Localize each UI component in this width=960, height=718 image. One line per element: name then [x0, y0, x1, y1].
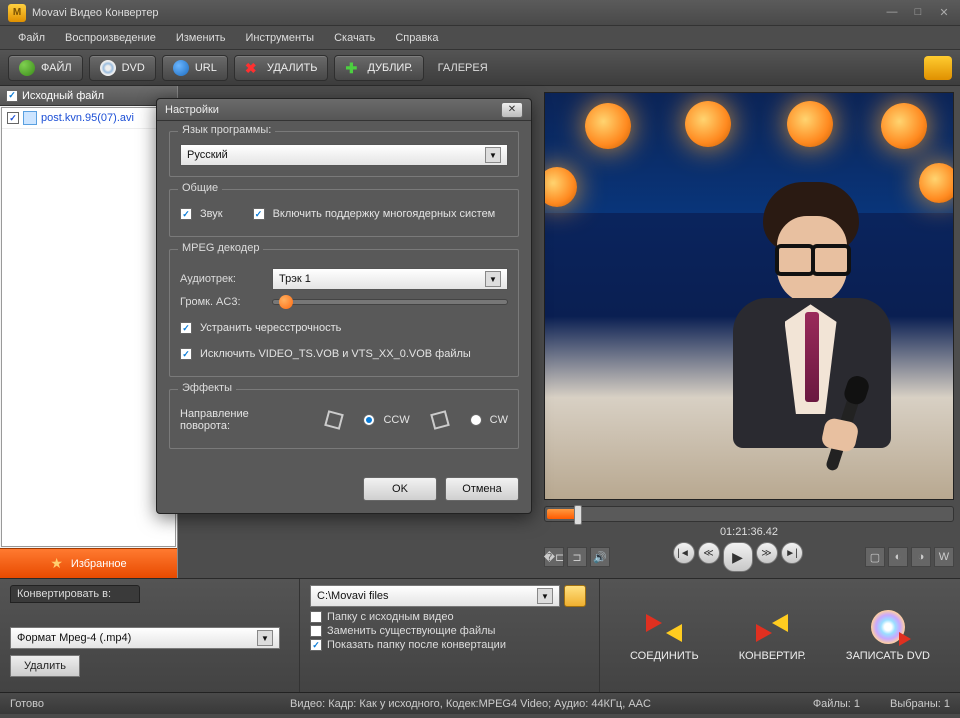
preview-panel: 01:21:36.42 �⊏ ⊐ 🔊 |◄ ≪ ▶ ≫ ►| ▢ ◐ ◑ W	[538, 86, 960, 578]
burn-dvd-button[interactable]: ЗАПИСАТЬ DVD	[846, 610, 930, 662]
join-button[interactable]: СОЕДИНИТЬ	[630, 610, 699, 662]
status-info: Видео: Кадр: Как у исходного, Кодек:MPEG…	[110, 698, 770, 710]
exclude-vob-checkbox[interactable]: ✓	[180, 348, 192, 360]
convert-button[interactable]: КОНВЕРТИР.	[739, 610, 806, 662]
ccw-radio[interactable]	[363, 414, 375, 426]
marker-start-button[interactable]: �⊏	[544, 547, 564, 567]
timecode: 01:21:36.42	[544, 526, 954, 538]
gallery-button[interactable]: ГАЛЕРЕЯ	[438, 62, 488, 74]
window-title: Movavi Видео Конвертер	[32, 7, 884, 19]
file-checkbox[interactable]: ✓	[7, 112, 19, 124]
status-selected: Выбраны: 1	[860, 698, 950, 710]
deinterlace-checkbox[interactable]: ✓	[180, 322, 192, 334]
same-folder-checkbox[interactable]: ✓	[310, 611, 322, 623]
language-select[interactable]: Русский▼	[180, 144, 508, 166]
close-button[interactable]: ✕	[936, 6, 952, 19]
select-all-checkbox[interactable]: ✓	[6, 90, 18, 102]
file-list-header: ✓ Исходный файл	[0, 86, 177, 106]
delete-button[interactable]: ✖УДАЛИТЬ	[234, 55, 329, 81]
convert-to-label: Конвертировать в:	[10, 585, 140, 603]
contrast-button[interactable]: ◑	[911, 547, 931, 567]
video-preview[interactable]	[544, 92, 954, 500]
minimize-button[interactable]: —	[884, 6, 900, 19]
plus-icon: ✚	[345, 60, 361, 76]
file-list: ✓ post.kvn.95(07).avi	[1, 107, 176, 547]
plus-file-icon	[19, 60, 35, 76]
chevron-down-icon: ▼	[537, 588, 553, 604]
volume-button[interactable]: 🔊	[590, 547, 610, 567]
delete-icon: ✖	[245, 60, 261, 76]
format-delete-button[interactable]: Удалить	[10, 655, 80, 677]
favorites-button[interactable]: ★ Избранное	[0, 548, 177, 578]
multicore-checkbox[interactable]: ✓	[253, 208, 265, 220]
language-group: Язык программы: Русский▼	[169, 131, 519, 177]
file-row[interactable]: ✓ post.kvn.95(07).avi	[2, 108, 175, 129]
toolbar: ФАЙЛ DVD URL ✖УДАЛИТЬ ✚ДУБЛИР. ГАЛЕРЕЯ	[0, 50, 960, 86]
menu-play[interactable]: Воспроизведение	[57, 29, 164, 47]
dialog-title: Настройки	[165, 104, 219, 116]
seek-bar[interactable]	[544, 506, 954, 522]
status-bar: Готово Видео: Кадр: Как у исходного, Код…	[0, 692, 960, 714]
effects-group: Эффекты Направление поворота: CCW CW	[169, 389, 519, 449]
duplicate-button[interactable]: ✚ДУБЛИР.	[334, 55, 423, 81]
add-file-button[interactable]: ФАЙЛ	[8, 55, 83, 81]
add-url-button[interactable]: URL	[162, 55, 228, 81]
ac3-volume-slider[interactable]	[272, 299, 508, 305]
menu-tools[interactable]: Инструменты	[237, 29, 322, 47]
title-bar: M Movavi Видео Конвертер — □ ✕	[0, 0, 960, 26]
status-ready: Готово	[10, 698, 110, 710]
file-name: post.kvn.95(07).avi	[41, 112, 134, 124]
adjust-button[interactable]: ◐	[888, 547, 908, 567]
menu-file[interactable]: Файл	[10, 29, 53, 47]
file-panel: ✓ Исходный файл ✓ post.kvn.95(07).avi ★ …	[0, 86, 178, 578]
video-file-icon	[23, 111, 37, 125]
open-after-checkbox[interactable]: ✓	[310, 639, 322, 651]
marker-end-button[interactable]: ⊐	[567, 547, 587, 567]
settings-dialog: Настройки ✕ Язык программы: Русский▼ Общ…	[156, 98, 532, 514]
chevron-down-icon: ▼	[485, 147, 501, 163]
dialog-close-button[interactable]: ✕	[501, 102, 523, 118]
star-icon: ★	[50, 555, 63, 572]
chevron-down-icon: ▼	[257, 630, 273, 646]
menu-bar: Файл Воспроизведение Изменить Инструмент…	[0, 26, 960, 50]
menu-help[interactable]: Справка	[387, 29, 446, 47]
maximize-button[interactable]: □	[910, 6, 926, 19]
watermark-button[interactable]: W	[934, 547, 954, 567]
cancel-button[interactable]: Отмена	[445, 477, 519, 501]
sound-checkbox[interactable]: ✓	[180, 208, 192, 220]
overwrite-checkbox[interactable]: ✓	[310, 625, 322, 637]
ok-button[interactable]: OK	[363, 477, 437, 501]
rotate-cw-icon	[430, 410, 450, 430]
bottom-panel: Конвертировать в: Формат Mpeg-4 (.mp4)▼ …	[0, 578, 960, 692]
chevron-down-icon: ▼	[485, 271, 501, 287]
audiotrack-select[interactable]: Трэк 1▼	[272, 268, 508, 290]
globe-icon	[173, 60, 189, 76]
file-list-header-label: Исходный файл	[22, 90, 104, 102]
menu-download[interactable]: Скачать	[326, 29, 383, 47]
cw-radio[interactable]	[470, 414, 482, 426]
skip-end-button[interactable]: ►|	[781, 542, 803, 564]
add-dvd-button[interactable]: DVD	[89, 55, 156, 81]
mpeg-group: MPEG декодер Аудиотрек: Трэк 1▼ Громк. A…	[169, 249, 519, 377]
forward-button[interactable]: ≫	[756, 542, 778, 564]
player-controls: �⊏ ⊐ 🔊 |◄ ≪ ▶ ≫ ►| ▢ ◐ ◑ W	[544, 542, 954, 572]
rewind-button[interactable]: ≪	[698, 542, 720, 564]
skip-start-button[interactable]: |◄	[673, 542, 695, 564]
dvd-icon	[100, 60, 116, 76]
general-group: Общие ✓Звук ✓Включить поддержку многояде…	[169, 189, 519, 237]
format-select[interactable]: Формат Mpeg-4 (.mp4)▼	[10, 627, 280, 649]
puzzle-icon[interactable]	[924, 56, 952, 80]
output-path-select[interactable]: C:\Movavi files▼	[310, 585, 560, 607]
status-files: Файлы: 1	[770, 698, 860, 710]
rotate-ccw-icon	[324, 410, 344, 430]
play-button[interactable]: ▶	[723, 542, 753, 572]
browse-folder-button[interactable]	[564, 585, 586, 607]
menu-edit[interactable]: Изменить	[168, 29, 234, 47]
crop-button[interactable]: ▢	[865, 547, 885, 567]
app-logo-icon: M	[8, 4, 26, 22]
